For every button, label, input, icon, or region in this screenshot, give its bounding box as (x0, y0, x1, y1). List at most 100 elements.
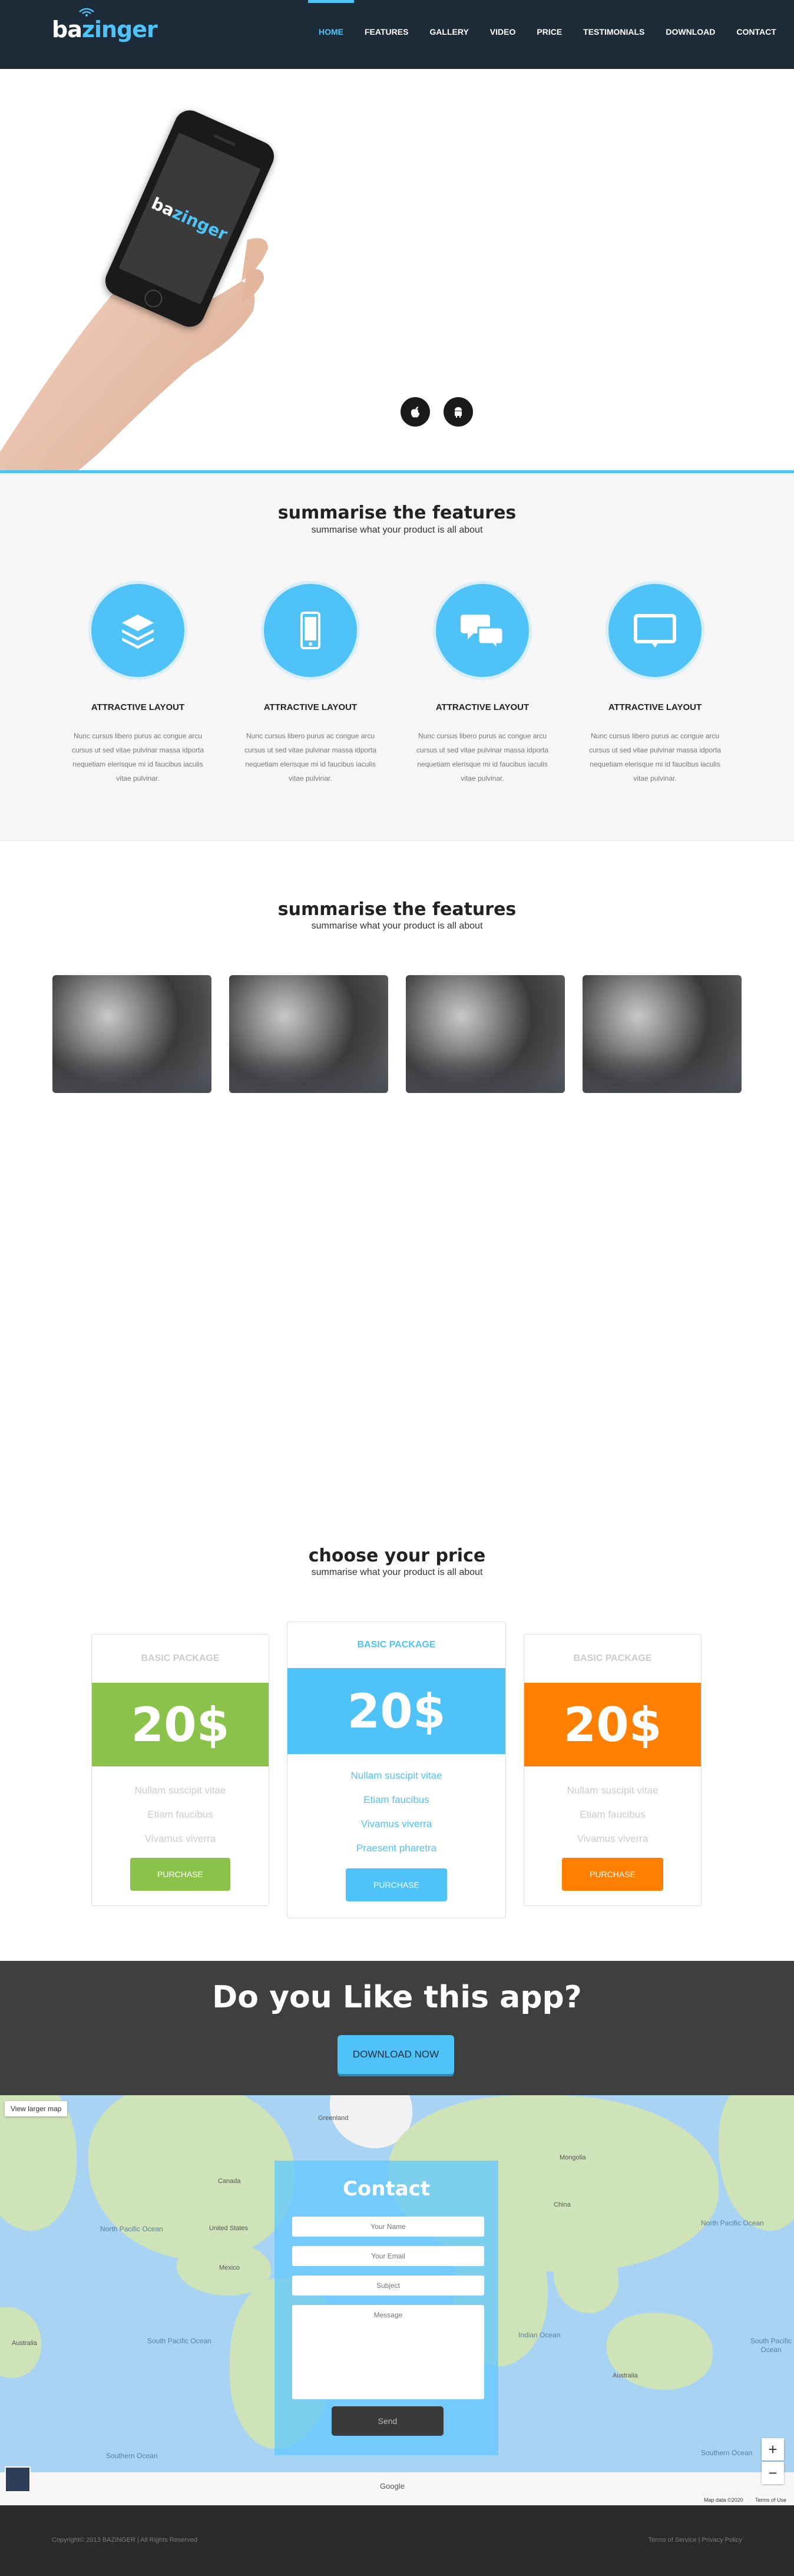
phone-speaker (213, 134, 236, 147)
feature-text: Nunc cursus libero purus ac congue arcu … (588, 732, 722, 782)
feature-title: ATTRACTIVE LAYOUT (91, 702, 185, 712)
contact-title: Contact (342, 2177, 431, 2201)
plus-icon: + (768, 2440, 778, 2458)
nav-item-contact[interactable]: CONTACT (726, 27, 786, 37)
name-input[interactable] (292, 2217, 484, 2237)
feature-title: ATTRACTIVE LAYOUT (435, 702, 530, 712)
purchase-button[interactable]: PURCHASE (562, 1858, 663, 1891)
map-label: Greenland (318, 2115, 349, 2122)
land-mass (88, 2095, 295, 2260)
feature-card: ATTRACTIVE LAYOUT Nunc cursus libero pur… (64, 581, 211, 785)
feature-text: Nunc cursus libero purus ac congue arcu … (71, 732, 204, 782)
plan-feature: Etiam faucibus (580, 1809, 646, 1820)
feature-title: ATTRACTIVE LAYOUT (608, 702, 702, 712)
main-menu: HOME FEATURES GALLERY VIDEO PRICE TESTIM… (308, 0, 787, 37)
map-label: Australia (613, 2372, 638, 2379)
land-mass (719, 2095, 794, 2231)
minus-icon: − (768, 2463, 778, 2482)
top-navbar: bazinger HOME FEATURES GALLERY VIDEO PRI… (0, 0, 794, 69)
view-larger-map-link[interactable]: View larger map (5, 2101, 68, 2116)
feature-title: ATTRACTIVE LAYOUT (263, 702, 358, 712)
terms-of-use-link[interactable]: Terms of Use (753, 2497, 789, 2503)
gallery-image[interactable] (583, 975, 742, 1093)
map-label: China (554, 2201, 571, 2208)
gallery-subtitle: summarise what your product is all about (311, 921, 483, 931)
features-section: summarise the features summarise what yo… (0, 473, 794, 841)
message-textarea[interactable] (292, 2305, 484, 2399)
nav-item-testimonials[interactable]: TESTIMONIALS (573, 27, 655, 37)
price-card-basic-green: BASIC PACKAGE 20$ Nullam suscipit vitae … (91, 1634, 269, 1906)
price-card-basic-blue: BASIC PACKAGE 20$ Nullam suscipit vitae … (287, 1621, 506, 1918)
ocean-label: Southern Ocean (701, 2449, 753, 2457)
ocean-label: North Pacific Ocean (701, 2219, 764, 2227)
zoom-out-button[interactable]: − (762, 2462, 784, 2484)
map-label: Mongolia (560, 2154, 586, 2161)
package-label: BASIC PACKAGE (141, 1653, 220, 1663)
map-label: United States (209, 2225, 249, 2232)
pricing-title: choose your price (308, 1545, 486, 1566)
plan-feature: Praesent pharetra (356, 1842, 437, 1854)
download-now-button[interactable]: DOWNLOAD NOW (338, 2035, 454, 2074)
map-section[interactable]: Greenland Canada United States Mexico No… (0, 2095, 794, 2505)
apple-store-button[interactable] (401, 397, 430, 427)
plan-feature: Vivamus viverra (144, 1833, 216, 1844)
footer-links[interactable]: Terms of Service | Privacy Policy (649, 2537, 742, 2544)
package-label: BASIC PACKAGE (573, 1653, 652, 1663)
nav-item-download[interactable]: DOWNLOAD (655, 27, 726, 37)
nav-item-home[interactable]: HOME (308, 0, 354, 37)
satellite-toggle[interactable] (5, 2466, 31, 2492)
feature-text: Nunc cursus libero purus ac congue arcu … (244, 732, 377, 782)
gallery-image[interactable] (406, 975, 565, 1093)
feature-icon-circle (433, 581, 532, 680)
tablet-icon (300, 612, 320, 649)
pricing-subtitle: summarise what your product is all about (311, 1567, 483, 1577)
price-amount: 20$ (287, 1668, 505, 1754)
gallery-image[interactable] (52, 975, 211, 1093)
logo-part-a: ba (52, 16, 82, 42)
cta-title: Do you Like this app? (212, 1980, 582, 2015)
plan-feature: Etiam faucibus (363, 1794, 429, 1805)
package-label: BASIC PACKAGE (357, 1640, 436, 1650)
zoom-in-button[interactable]: + (762, 2438, 784, 2461)
nav-item-video[interactable]: VIDEO (479, 27, 527, 37)
chat-icon (461, 615, 504, 651)
google-logo: Google (380, 2482, 405, 2491)
price-card-basic-orange: BASIC PACKAGE 20$ Nullam suscipit vitae … (524, 1634, 702, 1906)
subject-input[interactable] (292, 2276, 484, 2296)
purchase-button[interactable]: PURCHASE (130, 1858, 230, 1891)
ocean-label: Indian Ocean (518, 2331, 561, 2339)
gallery-title: summarise the features (277, 899, 517, 920)
plan-feature: Nullam suscipit vitae (134, 1785, 226, 1796)
logo[interactable]: bazinger (52, 16, 158, 42)
feature-card: ATTRACTIVE LAYOUT Nunc cursus libero pur… (409, 581, 556, 785)
ocean-label: Southern Ocean (106, 2452, 158, 2460)
logo-part-b: zinger (81, 16, 158, 42)
feature-icon-circle (261, 581, 360, 680)
monitor-icon (634, 614, 676, 648)
layers-icon (122, 615, 154, 649)
copyright-text: Copyright© 2013 BAZINGER | All Rights Re… (52, 2537, 197, 2544)
plan-feature: Etiam faucibus (147, 1809, 213, 1820)
plan-feature: Nullam suscipit vitae (567, 1785, 659, 1796)
nav-item-features[interactable]: FEATURES (354, 27, 419, 37)
footer: Copyright© 2013 BAZINGER | All Rights Re… (0, 2505, 794, 2576)
android-store-button[interactable] (444, 397, 473, 427)
map-label: Mexico (219, 2264, 240, 2271)
contact-form: Contact Send (274, 2161, 498, 2455)
wifi-icon (79, 8, 94, 16)
feature-card: ATTRACTIVE LAYOUT Nunc cursus libero pur… (581, 581, 729, 785)
ocean-label: South Pacific Ocean (147, 2337, 211, 2345)
send-button[interactable]: Send (332, 2406, 444, 2436)
nav-item-price[interactable]: PRICE (526, 27, 573, 37)
purchase-button[interactable]: PURCHASE (346, 1868, 447, 1901)
phone-home-button (141, 286, 166, 311)
feature-icon-circle (606, 581, 704, 680)
price-amount: 20$ (92, 1683, 269, 1766)
gallery-image[interactable] (229, 975, 388, 1093)
feature-card: ATTRACTIVE LAYOUT Nunc cursus libero pur… (237, 581, 384, 785)
email-input[interactable] (292, 2246, 484, 2266)
plan-feature: Vivamus viverra (360, 1818, 432, 1829)
plan-feature: Vivamus viverra (577, 1833, 649, 1844)
price-amount: 20$ (524, 1683, 701, 1766)
nav-item-gallery[interactable]: GALLERY (419, 27, 479, 37)
